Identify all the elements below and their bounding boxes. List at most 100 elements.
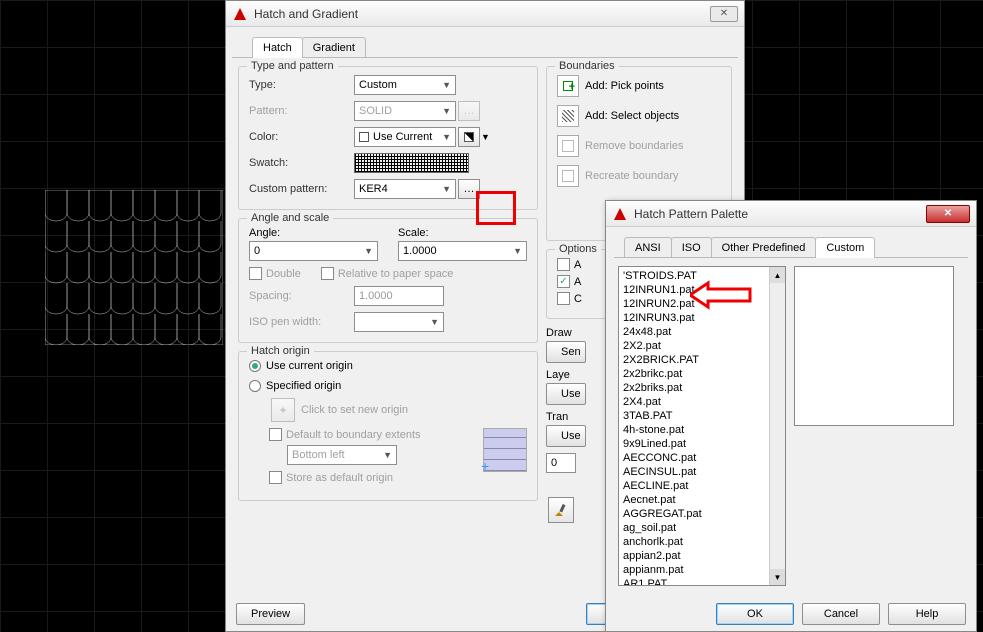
color-combo[interactable]: Use Current▼ [354, 127, 456, 147]
origin-current-radio[interactable]: Use current origin [249, 360, 527, 372]
double-label: Double [266, 268, 301, 280]
layer-button[interactable]: Use [546, 383, 586, 405]
draw-order-button[interactable]: Sen [546, 341, 586, 363]
list-item[interactable]: AECINSUL.pat [623, 465, 767, 479]
list-item[interactable]: 2x2brikc.pat [623, 367, 767, 381]
brush-icon [553, 502, 569, 518]
isopen-label: ISO pen width: [249, 316, 354, 328]
list-item[interactable]: 9x9Lined.pat [623, 437, 767, 451]
pattern-value: SOLID [359, 105, 392, 117]
spacing-label: Spacing: [249, 290, 354, 302]
scrollbar[interactable]: ▲ ▼ [769, 267, 785, 585]
recreate-boundary-label: Recreate boundary [585, 170, 679, 182]
list-item[interactable]: 2X2BRICK.PAT [623, 353, 767, 367]
list-item[interactable]: appianm.pat [623, 563, 767, 577]
preview-button[interactable]: Preview [236, 603, 305, 625]
color-secondary-button[interactable] [458, 127, 480, 147]
option-label: C [574, 293, 582, 305]
list-item[interactable]: AGGREGAT.pat [623, 507, 767, 521]
custom-pattern-combo[interactable]: KER4▼ [354, 179, 456, 199]
list-item[interactable]: Aecnet.pat [623, 493, 767, 507]
scale-combo[interactable]: 1.0000▼ [398, 241, 527, 261]
set-origin-button: ✦ [271, 398, 295, 422]
pick-points-label: Add: Pick points [585, 80, 664, 92]
store-default-label: Store as default origin [286, 472, 393, 484]
list-item[interactable]: ag_soil.pat [623, 521, 767, 535]
autocad-icon [232, 6, 248, 22]
list-item[interactable]: 4h-stone.pat [623, 423, 767, 437]
select-objects-button[interactable]: Add: Select objects [557, 105, 721, 127]
titlebar[interactable]: Hatch Pattern Palette ✕ [606, 201, 976, 227]
close-icon[interactable]: ✕ [710, 6, 738, 22]
autocad-icon [612, 206, 628, 222]
dialog-title: Hatch Pattern Palette [634, 207, 926, 221]
palette-dialog: Hatch Pattern Palette ✕ ANSI ISO Other P… [605, 200, 977, 632]
swatch-label: Swatch: [249, 157, 354, 169]
ok-button[interactable]: OK [716, 603, 794, 625]
pattern-combo: SOLID▼ [354, 101, 456, 121]
help-button[interactable]: Help [888, 603, 966, 625]
group-title: Type and pattern [247, 60, 338, 72]
tab-other[interactable]: Other Predefined [711, 237, 817, 257]
group-hatch-origin: Hatch origin Use current origin Specifie… [238, 351, 538, 501]
pattern-preview [794, 266, 954, 426]
list-item[interactable]: anchorlk.pat [623, 535, 767, 549]
default-extents-checkbox: Default to boundary extents [269, 428, 483, 441]
default-extents-label: Default to boundary extents [286, 429, 421, 441]
list-item[interactable]: 24x48.pat [623, 325, 767, 339]
origin-preview-icon: + [483, 428, 527, 472]
dialog-title: Hatch and Gradient [254, 7, 706, 21]
list-item[interactable]: AECCONC.pat [623, 451, 767, 465]
group-title: Boundaries [555, 60, 619, 72]
inherit-properties-button[interactable] [548, 497, 574, 523]
tab-custom[interactable]: Custom [815, 237, 875, 257]
list-item[interactable]: 2x2briks.pat [623, 381, 767, 395]
origin-specified-radio[interactable]: Specified origin [249, 380, 527, 392]
type-combo[interactable]: Custom▼ [354, 75, 456, 95]
option-label: A [574, 276, 581, 288]
list-item[interactable]: appian2.pat [623, 549, 767, 563]
list-item[interactable]: AECLINE.pat [623, 479, 767, 493]
list-item[interactable]: 2X4.pat [623, 395, 767, 409]
palette-tabs: ANSI ISO Other Predefined Custom [614, 233, 968, 258]
remove-boundaries-button: Remove boundaries [557, 135, 721, 157]
list-item[interactable]: AR1.PAT [623, 577, 767, 586]
tab-gradient[interactable]: Gradient [302, 37, 366, 57]
scroll-up-icon[interactable]: ▲ [770, 267, 785, 283]
transparency-button[interactable]: Use [546, 425, 586, 447]
extents-combo: Bottom left▼ [287, 445, 397, 465]
swatch-preview[interactable] [354, 153, 469, 173]
spacing-input [354, 286, 444, 306]
pattern-label: Pattern: [249, 105, 354, 117]
group-title: Hatch origin [247, 345, 314, 357]
double-checkbox: Double [249, 267, 301, 280]
color-label: Color: [249, 131, 354, 143]
transparency-value-input[interactable] [546, 453, 576, 473]
store-default-checkbox: Store as default origin [269, 471, 483, 484]
tab-hatch[interactable]: Hatch [252, 37, 303, 57]
scale-label: Scale: [398, 227, 527, 239]
group-angle-scale: Angle and scale Angle: 0▼ Scale: 1.0000▼… [238, 218, 538, 343]
tab-ansi[interactable]: ANSI [624, 237, 672, 257]
titlebar[interactable]: Hatch and Gradient ✕ [226, 1, 744, 27]
list-item[interactable]: 3TAB.PAT [623, 409, 767, 423]
scroll-down-icon[interactable]: ▼ [770, 569, 785, 585]
tab-iso[interactable]: ISO [671, 237, 712, 257]
pattern-browse-button: … [458, 101, 480, 121]
group-title: Options [555, 243, 601, 255]
list-item[interactable]: 2X2.pat [623, 339, 767, 353]
relative-label: Relative to paper space [338, 268, 454, 280]
relative-checkbox: Relative to paper space [321, 267, 454, 280]
palette-footer: OK Cancel Help [606, 603, 976, 625]
pick-points-button[interactable]: +Add: Pick points [557, 75, 721, 97]
annotation-highlight-browse-real [476, 191, 516, 225]
set-origin-label: Click to set new origin [301, 404, 408, 416]
scale-value: 1.0000 [403, 245, 437, 257]
angle-combo[interactable]: 0▼ [249, 241, 378, 261]
extents-value: Bottom left [292, 449, 345, 461]
color-value: Use Current [373, 131, 432, 143]
close-icon[interactable]: ✕ [926, 205, 970, 223]
angle-value: 0 [254, 245, 260, 257]
cancel-button[interactable]: Cancel [802, 603, 880, 625]
recreate-boundary-button: Recreate boundary [557, 165, 721, 187]
